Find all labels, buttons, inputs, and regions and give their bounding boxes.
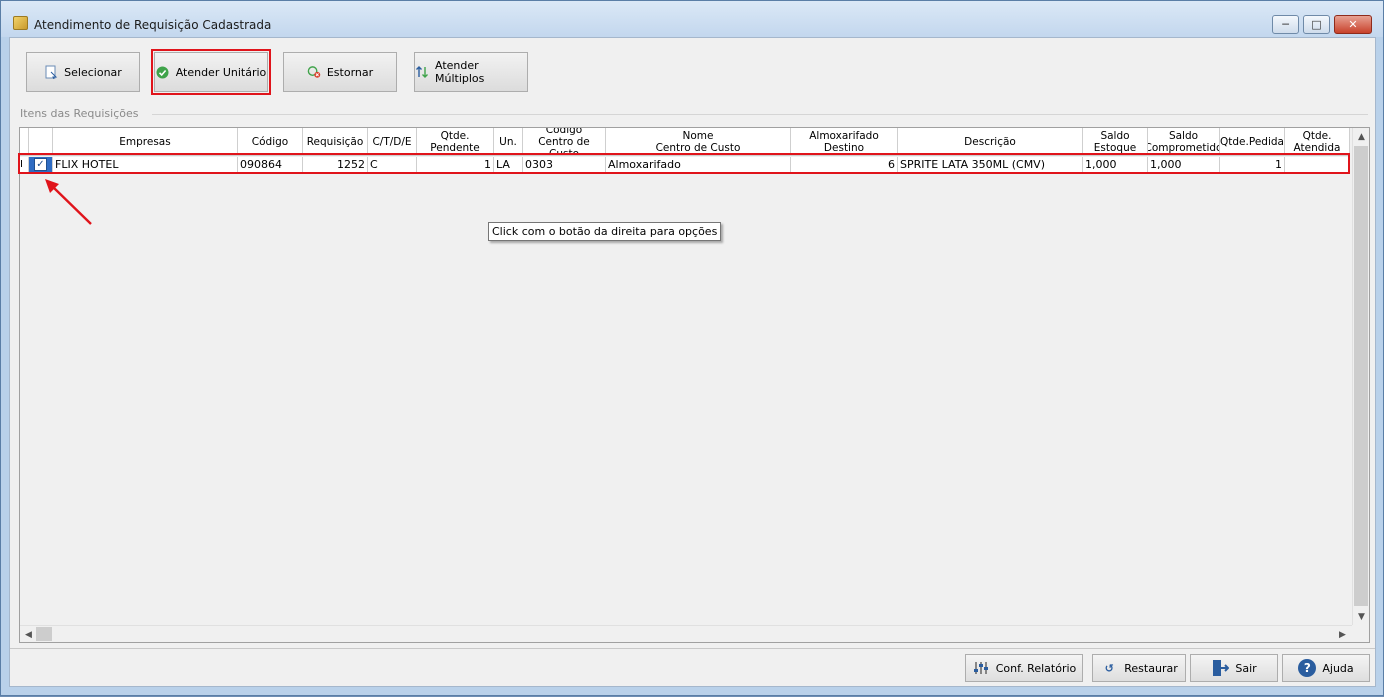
close-icon: ✕ [1348,18,1358,31]
selecionar-label: Selecionar [64,65,122,79]
selecionar-button[interactable]: Selecionar [26,52,140,92]
atender-multiplos-button[interactable]: Atender Múltiplos [414,52,528,92]
sair-button[interactable]: Sair [1190,654,1278,682]
ajuda-button[interactable]: ? Ajuda [1282,654,1370,682]
client-area: Selecionar Atender Unitário Estornar Ate [9,37,1376,687]
estornar-button[interactable]: Estornar [283,52,397,92]
group-divider [152,114,1368,115]
main-window: Atendimento de Requisição Cadastrada ─ □… [0,0,1384,696]
exit-door-icon [1211,659,1230,677]
help-icon: ? [1298,659,1317,677]
window-title: Atendimento de Requisição Cadastrada [34,18,272,32]
header-almox-destino[interactable]: Almoxarifado Destino [791,128,898,156]
document-select-icon [44,65,58,79]
horizontal-scroll-thumb[interactable] [36,627,52,641]
sliders-icon [972,659,990,677]
conf-relatorio-button[interactable]: Conf. Relatório [965,654,1083,682]
title-bar: Atendimento de Requisição Cadastrada ─ □… [1,1,1383,37]
sair-label: Sair [1235,661,1257,675]
minimize-icon: ─ [1282,18,1289,31]
group-label: Itens das Requisições [20,107,143,120]
header-qtde-atendida[interactable]: Qtde. Atendida [1285,128,1350,156]
conf-relatorio-label: Conf. Relatório [995,661,1077,675]
restaurar-button[interactable]: ↺ Restaurar [1092,654,1186,682]
minimize-button[interactable]: ─ [1272,15,1299,34]
vertical-scroll-thumb[interactable] [1354,146,1368,606]
header-requisicao[interactable]: Requisição [303,128,368,156]
highlight-selected-row [18,153,1350,174]
items-grid[interactable]: Empresas Código Requisição C/T/D/E Qtde.… [19,127,1370,643]
header-descricao[interactable]: Descrição [898,128,1083,156]
header-empresas[interactable]: Empresas [53,128,238,156]
ajuda-label: Ajuda [1322,661,1354,675]
atender-multiplos-label: Atender Múltiplos [435,59,485,85]
maximize-button[interactable]: □ [1303,15,1330,34]
scroll-right-icon[interactable]: ▶ [1334,626,1351,643]
header-saldo-estoque[interactable]: Saldo Estoque [1083,128,1148,156]
header-saldo-comprometido[interactable]: Saldo Comprometido [1148,128,1220,156]
estornar-icon [307,65,321,79]
horizontal-scrollbar[interactable]: ◀ ▶ [20,625,1352,642]
header-qtde-pedida[interactable]: Qtde.Pedida [1220,128,1285,156]
restaurar-label: Restaurar [1124,661,1178,675]
bottom-divider [10,648,1375,649]
header-qtde-pendente[interactable]: Qtde. Pendente [417,128,494,156]
scroll-down-icon[interactable]: ▼ [1353,608,1370,625]
grid-header: Empresas Código Requisição C/T/D/E Qtde.… [20,128,1350,156]
up-down-arrows-icon [415,65,429,79]
header-codigo[interactable]: Código [238,128,303,156]
app-icon [13,16,28,30]
toolbar: Selecionar Atender Unitário Estornar Ate [12,40,1371,102]
header-check [29,128,53,156]
estornar-label: Estornar [326,65,374,79]
maximize-icon: □ [1311,18,1322,31]
highlight-atender-unitario [151,49,271,95]
grid-tooltip: Click com o botão da direita para opções [488,222,722,241]
header-ctde[interactable]: C/T/D/E [368,128,417,156]
refresh-icon: ↺ [1104,661,1114,675]
header-un[interactable]: Un. [494,128,523,156]
header-codigo-cc[interactable]: Código Centro de Custo [523,128,606,156]
vertical-scrollbar[interactable]: ▲ ▼ [1352,128,1369,625]
header-nome-cc[interactable]: Nome Centro de Custo [606,128,791,156]
close-button[interactable]: ✕ [1334,15,1372,34]
header-indicator [20,128,29,156]
scroll-left-icon[interactable]: ◀ [20,626,37,643]
scroll-up-icon[interactable]: ▲ [1353,128,1370,145]
